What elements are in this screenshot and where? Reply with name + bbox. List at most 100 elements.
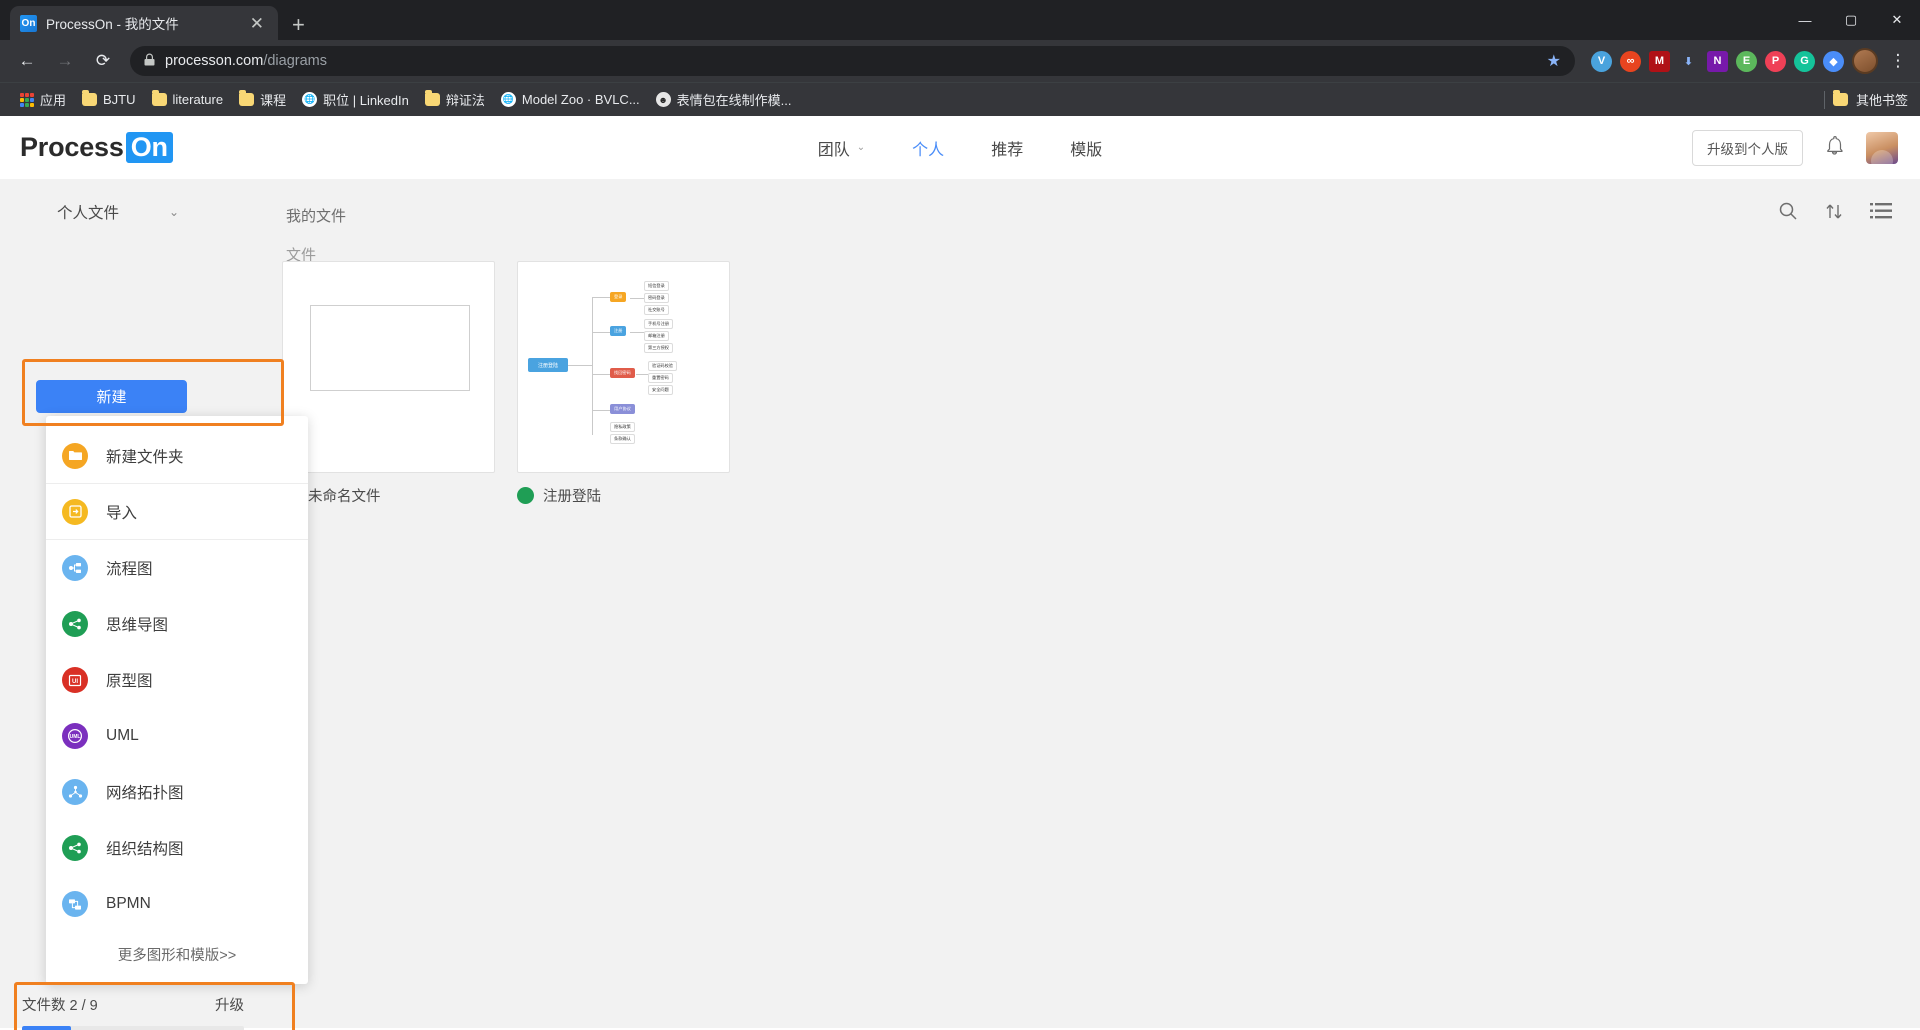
mindmap-node: 短信登录 <box>644 281 669 291</box>
menu-item-mindmap[interactable]: 思维导图 <box>46 596 308 652</box>
bookmark-apps[interactable]: 应用 <box>12 86 74 113</box>
menu-item-import[interactable]: 导入 <box>46 484 308 540</box>
mindmap-node: 注册 <box>610 326 627 336</box>
menu-item-label: UML <box>106 727 139 744</box>
more-templates-link[interactable]: 更多图形和模版>> <box>46 932 308 976</box>
address-bar[interactable]: processon.com/diagrams ★ <box>130 46 1575 76</box>
nav-label: 个人 <box>912 141 945 159</box>
app-header: Process On 团队 ⌄ 个人 推荐 模版 升级到个人版 <box>0 116 1920 179</box>
new-button[interactable]: 新建 <box>36 380 187 413</box>
bookmark-biaoqingbao[interactable]: ☻ 表情包在线制作模... <box>648 86 800 113</box>
bookmarks-bar: 应用 BJTU literature 课程 🌐 职位 | LinkedIn 辩证… <box>0 82 1920 116</box>
vimium-extension-icon[interactable]: V <box>1591 50 1612 72</box>
globe-icon: 🌐 <box>500 92 516 107</box>
menu-item-label: 原型图 <box>106 673 153 690</box>
folder-plus-icon <box>62 442 88 469</box>
file-card[interactable]: 未命名文件 <box>282 261 495 506</box>
menu-item-network-topology[interactable]: 网络拓扑图 <box>46 764 308 820</box>
file-name: 注册登陆 <box>543 489 601 505</box>
mindmap-icon <box>62 611 88 637</box>
file-thumbnail[interactable]: 注册登陆 登录 短信登录 密码登录 社交账号 注册 手机号注册 邮箱注册 第三方… <box>517 261 730 473</box>
mendeley-extension-icon[interactable]: M <box>1649 50 1670 72</box>
bookmark-model-zoo[interactable]: 🌐 Model Zoo · BVLC... <box>493 88 648 111</box>
evernote-extension-icon[interactable]: E <box>1736 50 1757 72</box>
menu-item-flowchart[interactable]: 流程图 <box>46 540 308 596</box>
folder-selector-label: 个人文件 <box>57 205 120 222</box>
menu-item-new-folder[interactable]: 新建文件夹 <box>46 428 308 484</box>
back-icon[interactable]: ← <box>10 44 44 78</box>
bpmn-icon <box>62 891 88 917</box>
close-tab-icon[interactable]: ✕ <box>246 13 268 34</box>
org-chart-icon <box>62 835 88 861</box>
processon-app: Process On 团队 ⌄ 个人 推荐 模版 升级到个人版 个人文件 ⌄ 我… <box>0 116 1920 1030</box>
folder-selector[interactable]: 个人文件 ⌄ <box>0 179 282 223</box>
minimize-icon[interactable]: — <box>1782 0 1828 40</box>
mindmap-node: 登录 <box>610 292 627 302</box>
bell-icon[interactable] <box>1825 135 1844 160</box>
bookmark-label: literature <box>172 92 224 107</box>
logo-on-text: On <box>125 132 173 163</box>
mindmap-node: 重置密码 <box>648 373 673 383</box>
maximize-icon[interactable]: ▢ <box>1828 0 1874 40</box>
browser-tab[interactable]: On ProcessOn - 我的文件 ✕ <box>10 6 278 40</box>
bookmark-star-icon[interactable]: ★ <box>1547 51 1561 71</box>
menu-item-label: 网络拓扑图 <box>106 785 184 802</box>
bookmark-literature[interactable]: literature <box>144 88 232 111</box>
quota-label: 文件数 2 / 9 <box>22 998 98 1014</box>
bookmark-bjtu[interactable]: BJTU <box>74 88 144 111</box>
list-view-icon[interactable] <box>1870 202 1892 226</box>
menu-item-label: 导入 <box>106 504 138 522</box>
menu-item-prototype[interactable]: UI 原型图 <box>46 652 308 708</box>
folder-icon <box>151 90 167 106</box>
user-avatar[interactable] <box>1866 131 1898 164</box>
mindmap-node: 隐私政策 <box>610 422 635 432</box>
file-name: 未命名文件 <box>308 489 381 505</box>
mindmap-icon <box>517 487 534 504</box>
menu-item-bpmn[interactable]: BPMN <box>46 876 308 932</box>
nav-item-templates[interactable]: 模版 <box>1070 136 1102 160</box>
reload-icon[interactable]: ⟳ <box>86 44 120 78</box>
new-tab-button[interactable]: + <box>292 14 305 36</box>
processon-logo[interactable]: Process On <box>20 132 173 163</box>
sort-icon[interactable] <box>1824 201 1844 227</box>
other-bookmarks[interactable]: 其他书签 <box>1823 90 1908 109</box>
file-thumbnail[interactable] <box>282 261 495 473</box>
menu-item-uml[interactable]: UML UML <box>46 708 308 764</box>
download-extension-icon[interactable]: ⬇ <box>1678 50 1699 72</box>
nav-item-recommend[interactable]: 推荐 <box>991 136 1023 160</box>
infinity-extension-icon[interactable]: ∞ <box>1620 50 1641 72</box>
mindmap-node: 用户协议 <box>610 404 635 414</box>
nav-item-team[interactable]: 团队 ⌄ <box>818 136 865 160</box>
section-label: 文件 <box>286 247 317 264</box>
bookmark-linkedin[interactable]: 🌐 职位 | LinkedIn <box>294 86 417 113</box>
nav-label: 推荐 <box>991 141 1024 159</box>
flowchart-icon <box>62 555 88 581</box>
search-icon[interactable] <box>1778 201 1798 227</box>
menu-item-org-chart[interactable]: 组织结构图 <box>46 820 308 876</box>
file-name-row: 注册登陆 <box>517 485 730 506</box>
mindmap-root-node: 注册登陆 <box>528 358 568 372</box>
onenote-extension-icon[interactable]: N <box>1707 50 1728 72</box>
bookmark-bianzhengfa[interactable]: 辩证法 <box>417 86 493 113</box>
network-topology-icon <box>62 779 88 805</box>
file-grid: 未命名文件 注册登陆 登录 短信登录 密码登录 社交账号 注册 手机号注册 邮箱… <box>282 261 730 506</box>
pocket-extension-icon[interactable]: P <box>1765 50 1786 72</box>
nav-item-personal[interactable]: 个人 <box>912 136 944 160</box>
bookmark-label: 表情包在线制作模... <box>676 93 792 108</box>
close-window-icon[interactable]: ✕ <box>1874 0 1920 40</box>
folder-icon <box>1832 90 1848 106</box>
folder-icon <box>424 90 440 106</box>
menu-item-label: 流程图 <box>106 561 153 578</box>
upgrade-button[interactable]: 升级到个人版 <box>1692 129 1803 166</box>
bookmark-label: Model Zoo · BVLC... <box>521 92 640 107</box>
browser-menu-icon[interactable]: ⋮ <box>1886 51 1910 71</box>
diigo-extension-icon[interactable]: ◆ <box>1823 50 1844 72</box>
browser-profile-avatar[interactable] <box>1852 48 1878 74</box>
grammarly-extension-icon[interactable]: G <box>1794 50 1815 72</box>
quota-progress-bar <box>22 1026 244 1030</box>
file-card[interactable]: 注册登陆 登录 短信登录 密码登录 社交账号 注册 手机号注册 邮箱注册 第三方… <box>517 261 730 506</box>
bookmark-label: BJTU <box>103 92 136 107</box>
mindmap-node: 安全问题 <box>648 385 673 395</box>
quota-upgrade-link[interactable]: 升级 <box>215 994 244 1015</box>
bookmark-kecheng[interactable]: 课程 <box>231 86 294 113</box>
